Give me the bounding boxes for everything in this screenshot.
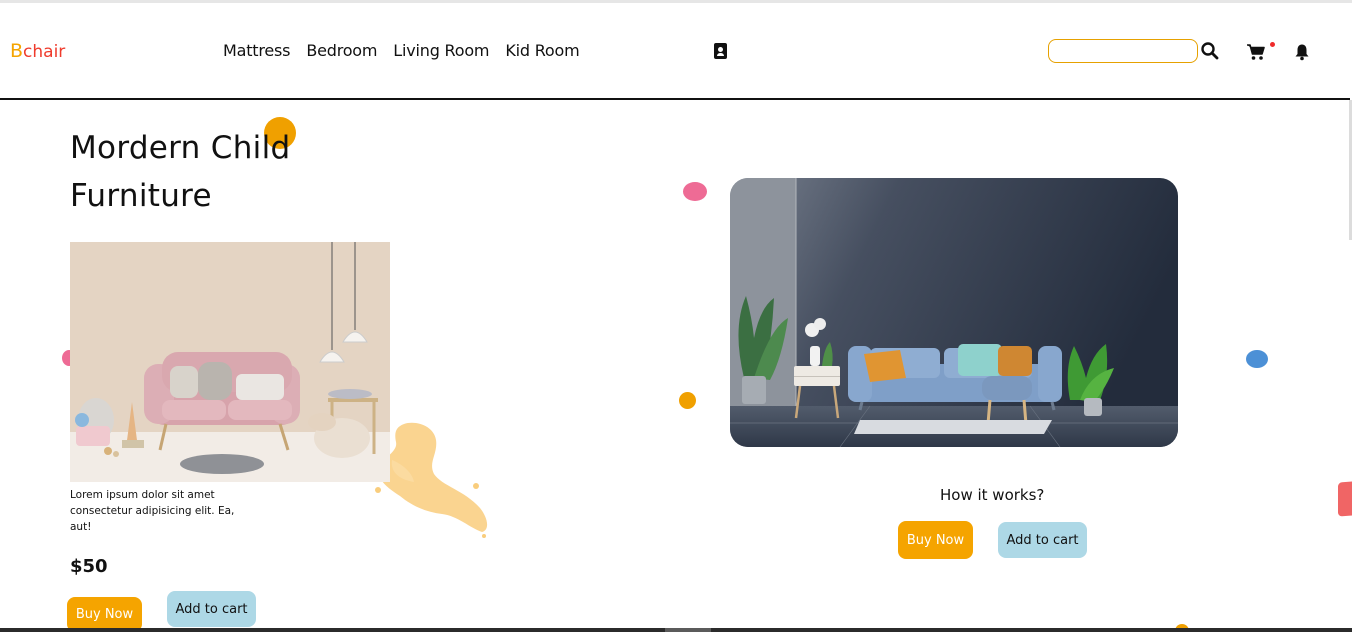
add-to-cart-button[interactable]: Add to cart: [167, 591, 256, 627]
product-description: Lorem ipsum dolor sit amet consectetur a…: [70, 489, 235, 533]
decor-red-shape: [1338, 481, 1352, 517]
nav-link-bedroom[interactable]: Bedroom: [306, 41, 377, 60]
title-line-1: Mordern Child: [70, 130, 291, 166]
nav-link-kid-room[interactable]: Kid Room: [505, 41, 579, 60]
page-title: Mordern Child Furniture: [70, 124, 370, 220]
search-icon[interactable]: [1200, 41, 1220, 61]
main-nav: Mattress Bedroom Living Room Kid Room: [223, 41, 580, 60]
paint-splash-decoration: [375, 422, 488, 538]
decor-dot-orange-small: [679, 392, 696, 409]
cart-icon[interactable]: [1246, 43, 1266, 61]
bottom-horizontal-scrollbar[interactable]: [0, 628, 1352, 632]
site-header: Bchair Mattress Bedroom Living Room Kid …: [0, 3, 1350, 100]
contact-card-icon[interactable]: [714, 43, 727, 59]
brand-logo[interactable]: Bchair: [10, 40, 65, 62]
how-it-works-label[interactable]: How it works?: [940, 486, 1044, 504]
product-price: $50: [70, 556, 108, 577]
hero-add-to-cart-button[interactable]: Add to cart: [998, 522, 1087, 558]
bell-icon[interactable]: [1294, 43, 1310, 61]
title-line-2: Furniture: [70, 178, 212, 214]
search-input[interactable]: [1048, 39, 1198, 63]
logo-letter: B: [10, 40, 24, 62]
nav-link-mattress[interactable]: Mattress: [223, 41, 291, 60]
buy-now-button[interactable]: Buy Now: [67, 597, 142, 632]
decor-dot-blue: [1246, 350, 1268, 368]
logo-text: chair: [23, 42, 66, 62]
living-room-hero-image: [730, 178, 1178, 447]
kids-room-product-image: [70, 242, 390, 482]
decor-dot-pink: [683, 182, 707, 201]
nav-link-living-room[interactable]: Living Room: [393, 41, 489, 60]
hero-buy-now-button[interactable]: Buy Now: [898, 521, 973, 559]
cart-badge-dot: [1270, 42, 1275, 47]
scrollbar-thumb[interactable]: [665, 628, 711, 632]
